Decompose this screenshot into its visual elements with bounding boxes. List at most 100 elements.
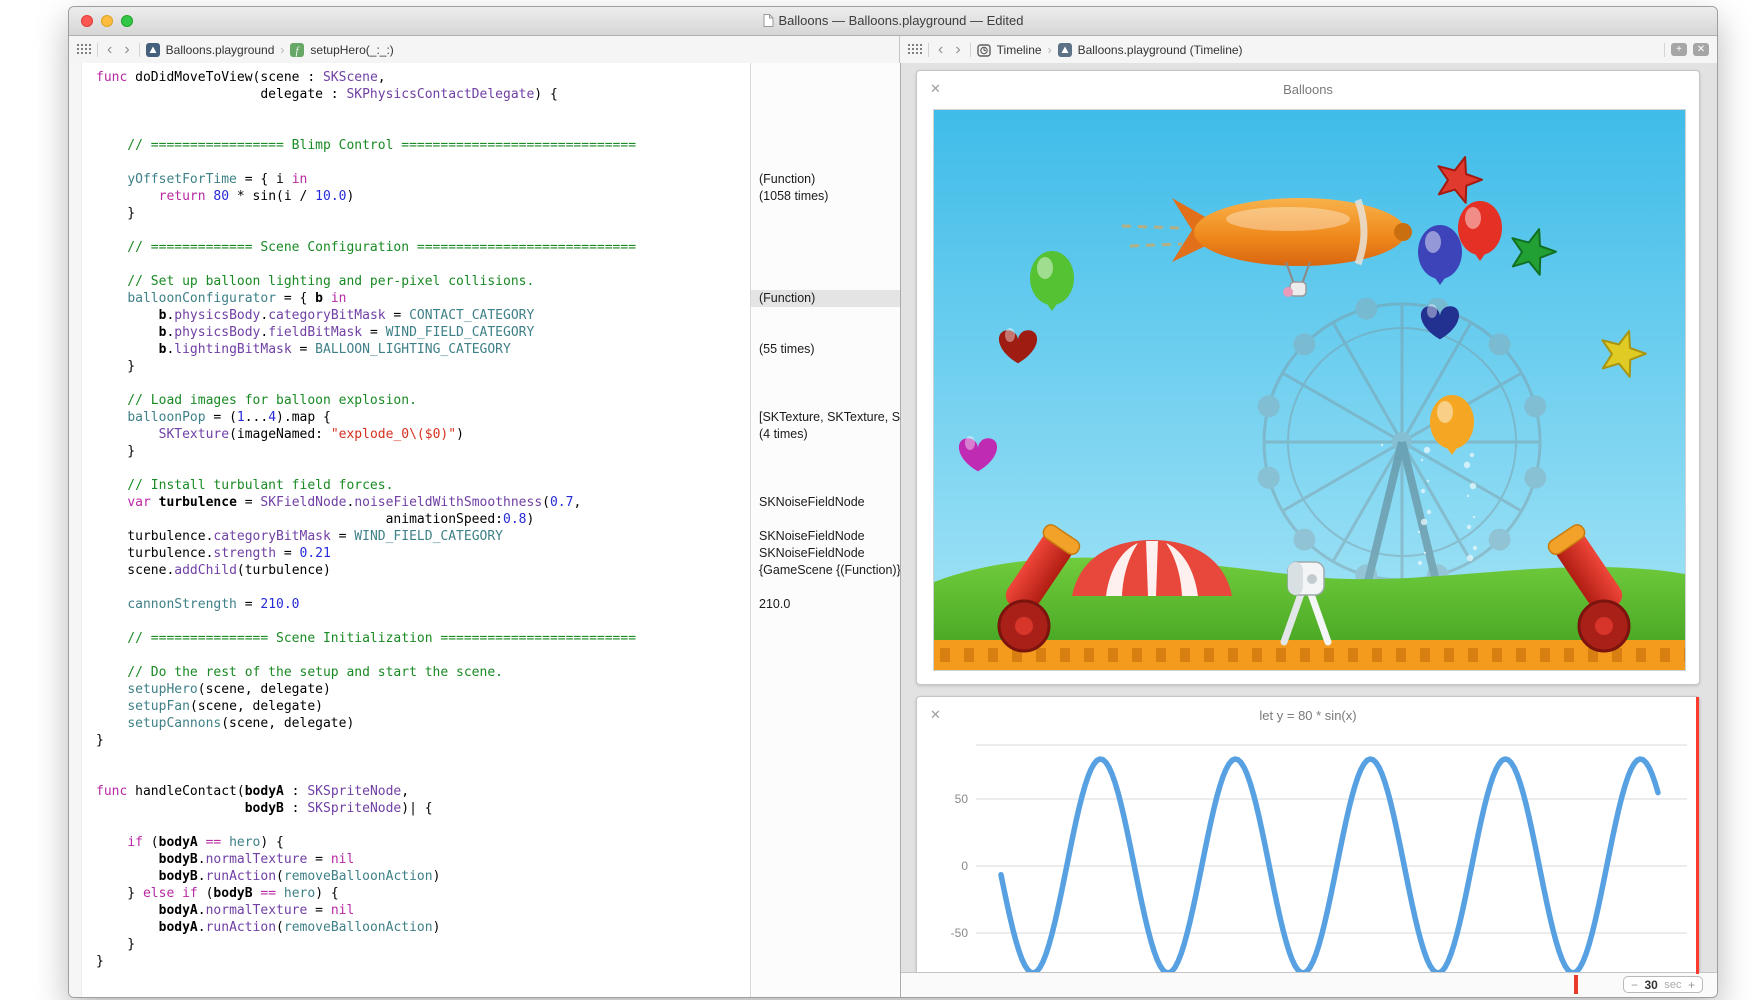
result-value[interactable]: {GameScene {(Function)} {(F… xyxy=(751,562,900,579)
code-line[interactable]: } xyxy=(96,205,750,222)
playhead-tick[interactable] xyxy=(1574,975,1578,994)
code-line[interactable] xyxy=(96,647,750,664)
result-value[interactable]: SKNoiseFieldNode xyxy=(751,528,900,545)
code-line[interactable]: // ================= Blimp Control =====… xyxy=(96,137,750,154)
code-editor[interactable]: func doDidMoveToView(scene : SKScene, de… xyxy=(69,63,750,997)
code-line[interactable] xyxy=(96,154,750,171)
breadcrumb-file[interactable]: Balloons.playground xyxy=(166,43,275,57)
balloons-result-panel: ✕ Balloons xyxy=(916,70,1700,685)
result-value[interactable]: 210.0 xyxy=(751,596,900,613)
code-line[interactable]: } xyxy=(96,936,750,953)
code-line[interactable]: delegate : SKPhysicsContactDelegate) { xyxy=(96,86,750,103)
code-line[interactable]: } xyxy=(96,358,750,375)
code-line[interactable]: scene.addChild(turbulence) xyxy=(96,562,750,579)
code-line[interactable]: } xyxy=(96,953,750,970)
close-window-button[interactable] xyxy=(81,15,93,27)
breadcrumb-file-timeline[interactable]: Balloons.playground (Timeline) xyxy=(1078,43,1243,57)
forward-button[interactable]: › xyxy=(121,42,132,58)
playhead[interactable] xyxy=(1696,697,1699,974)
code-line[interactable]: // Load images for balloon explosion. xyxy=(96,392,750,409)
code-line[interactable] xyxy=(96,375,750,392)
editor-gutter[interactable] xyxy=(69,63,82,997)
code-line[interactable]: } else if (bodyB == hero) { xyxy=(96,885,750,902)
result-value[interactable]: (1058 times) xyxy=(751,188,900,205)
result-value[interactable]: SKNoiseFieldNode xyxy=(751,494,900,511)
timeline-scrubber-bar[interactable]: − 30 sec + xyxy=(901,972,1718,997)
code-line[interactable]: bodyA.normalTexture = nil xyxy=(96,902,750,919)
code-line[interactable]: if (bodyA == hero) { xyxy=(96,834,750,851)
code-line[interactable]: setupFan(scene, delegate) xyxy=(96,698,750,715)
code-line[interactable]: // Do the rest of the setup and start th… xyxy=(96,664,750,681)
traffic-lights xyxy=(81,15,133,27)
code-line[interactable]: func handleContact(bodyA : SKSpriteNode, xyxy=(96,783,750,800)
code-line[interactable]: animationSpeed:0.8) xyxy=(96,511,750,528)
code-line[interactable]: cannonStrength = 210.0 xyxy=(96,596,750,613)
close-panel-icon[interactable]: ✕ xyxy=(930,81,941,97)
breadcrumb-symbol[interactable]: setupHero(_:_:) xyxy=(310,43,393,57)
playground-file-icon xyxy=(1058,43,1072,57)
related-items-icon[interactable] xyxy=(77,41,91,59)
code-line[interactable]: turbulence.strength = 0.21 xyxy=(96,545,750,562)
code-line[interactable] xyxy=(96,222,750,239)
code-line[interactable] xyxy=(96,256,750,273)
right-jump-bar: ‹ › Timeline › Balloons.playground (Time… xyxy=(900,36,1717,63)
minimize-window-button[interactable] xyxy=(101,15,113,27)
code-line[interactable]: // =============== Scene Initialization … xyxy=(96,630,750,647)
code-line[interactable] xyxy=(96,103,750,120)
code-line[interactable] xyxy=(96,749,750,766)
code-line[interactable]: // Set up balloon lighting and per-pixel… xyxy=(96,273,750,290)
ground-strip xyxy=(934,640,1686,670)
code-line[interactable]: var turbulence = SKFieldNode.noiseFieldW… xyxy=(96,494,750,511)
code-line[interactable] xyxy=(96,120,750,137)
code-line[interactable]: yOffsetForTime = { i in xyxy=(96,171,750,188)
code-line[interactable]: // ============= Scene Configuration ===… xyxy=(96,239,750,256)
code-line[interactable]: SKTexture(imageNamed: "explode_0\($0)") xyxy=(96,426,750,443)
close-editor-button[interactable]: ✕ xyxy=(1693,43,1709,56)
code-line[interactable]: setupCannons(scene, delegate) xyxy=(96,715,750,732)
back-button[interactable]: ‹ xyxy=(104,42,115,58)
related-items-icon[interactable] xyxy=(908,41,922,59)
code-line[interactable]: return 80 * sin(i / 10.0) xyxy=(96,188,750,205)
forward-button[interactable]: › xyxy=(952,42,963,58)
code-line[interactable]: } xyxy=(96,732,750,749)
result-value[interactable]: (55 times) xyxy=(751,341,900,358)
code-line[interactable]: bodyB.normalTexture = nil xyxy=(96,851,750,868)
code-line[interactable]: bodyB.runAction(removeBalloonAction) xyxy=(96,868,750,885)
code-line[interactable]: b.physicsBody.fieldBitMask = WIND_FIELD_… xyxy=(96,324,750,341)
back-button[interactable]: ‹ xyxy=(935,42,946,58)
divider xyxy=(928,43,929,57)
code-line[interactable]: balloonConfigurator = { b in xyxy=(96,290,750,307)
breadcrumb-timeline[interactable]: Timeline xyxy=(997,43,1042,57)
code-line[interactable] xyxy=(96,766,750,783)
code-line[interactable] xyxy=(96,613,750,630)
result-value[interactable]: SKNoiseFieldNode xyxy=(751,545,900,562)
code-line[interactable]: // Install turbulant field forces. xyxy=(96,477,750,494)
code-line[interactable]: b.lightingBitMask = BALLOON_LIGHTING_CAT… xyxy=(96,341,750,358)
result-value[interactable]: (4 times) xyxy=(751,426,900,443)
code-line[interactable] xyxy=(96,817,750,834)
code-line[interactable]: } xyxy=(96,443,750,460)
panel-title: let y = 80 * sin(x) xyxy=(917,697,1699,734)
code-lines[interactable]: func doDidMoveToView(scene : SKScene, de… xyxy=(96,69,750,997)
xcode-window: Balloons — Balloons.playground — Edited … xyxy=(68,6,1718,998)
zoom-window-button[interactable] xyxy=(121,15,133,27)
code-line[interactable]: balloonPop = (1...4).map { xyxy=(96,409,750,426)
result-value[interactable]: (Function) xyxy=(751,171,900,188)
result-value[interactable]: [SKTexture, SKTexture, SKTe… xyxy=(751,409,900,426)
code-line[interactable]: bodyB : SKSpriteNode)| { xyxy=(96,800,750,817)
increment-button[interactable]: + xyxy=(1688,978,1695,992)
decrement-button[interactable]: − xyxy=(1631,978,1638,992)
add-editor-button[interactable]: + xyxy=(1671,43,1687,56)
close-panel-icon[interactable]: ✕ xyxy=(930,707,941,723)
code-line[interactable] xyxy=(96,460,750,477)
code-line[interactable]: turbulence.categoryBitMask = WIND_FIELD_… xyxy=(96,528,750,545)
code-line[interactable] xyxy=(96,579,750,596)
svg-text:50: 50 xyxy=(955,792,969,806)
code-line[interactable]: func doDidMoveToView(scene : SKScene, xyxy=(96,69,750,86)
result-value[interactable]: (Function) xyxy=(751,290,900,307)
timeline-icon xyxy=(977,43,991,57)
code-line[interactable]: setupHero(scene, delegate) xyxy=(96,681,750,698)
code-line[interactable]: bodyA.runAction(removeBalloonAction) xyxy=(96,919,750,936)
code-line[interactable]: b.physicsBody.categoryBitMask = CONTACT_… xyxy=(96,307,750,324)
title-bar[interactable]: Balloons — Balloons.playground — Edited xyxy=(69,7,1717,36)
